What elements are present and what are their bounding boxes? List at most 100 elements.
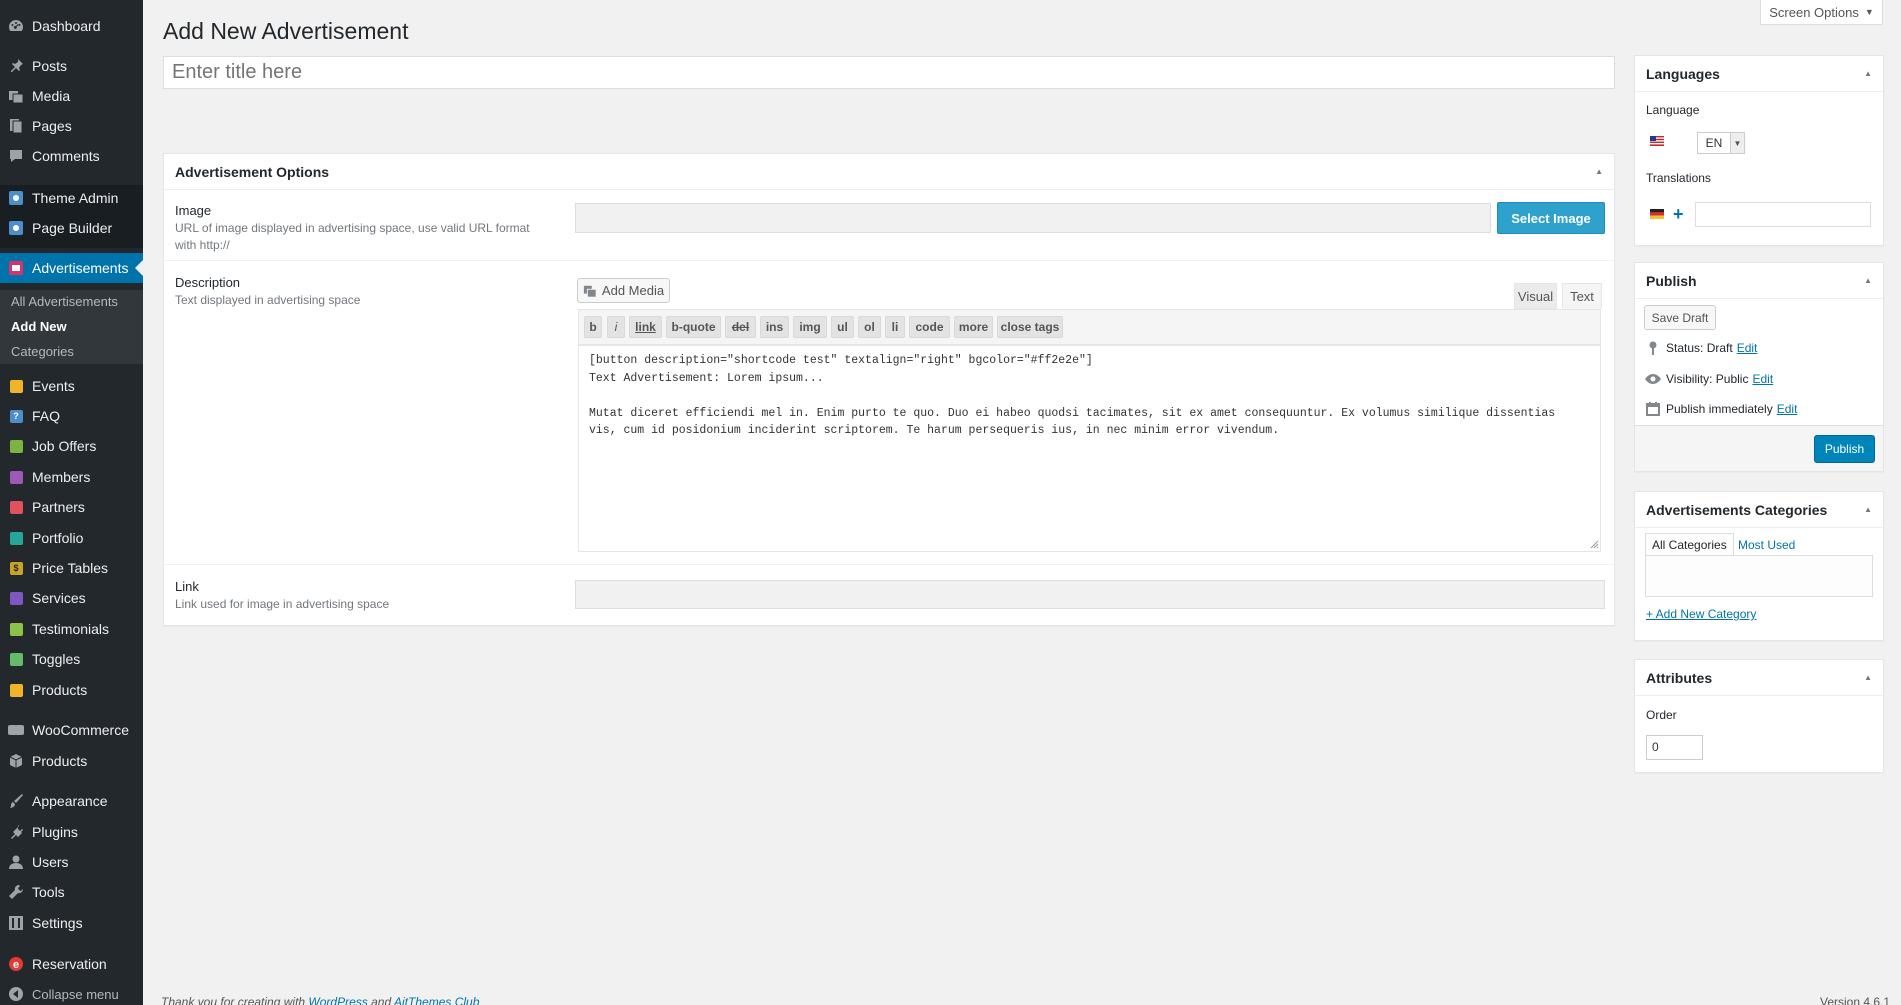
description-help: Text displayed in advertising space bbox=[175, 293, 361, 307]
submenu-all-advertisements[interactable]: All Advertisements bbox=[11, 294, 118, 309]
menu-woocommerce[interactable]: WooCommerce bbox=[0, 715, 143, 745]
menu-pages[interactable]: Pages bbox=[0, 111, 143, 141]
menu-job-offers[interactable]: Job Offers bbox=[0, 431, 143, 461]
menu-posts[interactable]: Posts bbox=[0, 51, 143, 81]
qt-italic[interactable]: i bbox=[607, 316, 625, 338]
edit-status-link[interactable]: Edit bbox=[1737, 341, 1758, 355]
menu-collapse[interactable]: Collapse menu bbox=[0, 979, 143, 1005]
qt-more[interactable]: more bbox=[954, 316, 993, 338]
menu-services[interactable]: Services bbox=[0, 583, 143, 613]
menu-faq[interactable]: ? FAQ bbox=[0, 401, 143, 431]
add-translation-icon[interactable]: + bbox=[1673, 205, 1684, 223]
qt-ol[interactable]: ol bbox=[858, 316, 881, 338]
menu-page-builder[interactable]: Page Builder bbox=[0, 213, 143, 243]
menu-appearance[interactable]: Appearance bbox=[0, 786, 143, 816]
price-tables-icon: $ bbox=[8, 560, 24, 576]
save-draft-button[interactable]: Save Draft bbox=[1644, 305, 1716, 330]
qt-ins[interactable]: ins bbox=[760, 316, 789, 338]
menu-label: Members bbox=[32, 469, 91, 485]
advertisement-options-header[interactable]: Advertisement Options ▲ bbox=[164, 154, 1614, 190]
languages-header[interactable]: Languages ▲ bbox=[1635, 56, 1883, 92]
chevron-down-icon: ▼ bbox=[1730, 133, 1744, 153]
advertisements-submenu: All Advertisements Add New Categories bbox=[0, 290, 143, 364]
menu-users[interactable]: Users bbox=[0, 847, 143, 877]
publish-header[interactable]: Publish ▲ bbox=[1635, 263, 1883, 299]
faq-icon: ? bbox=[8, 408, 24, 424]
menu-label: Services bbox=[32, 590, 86, 606]
aitthemes-link[interactable]: AitThemes Club bbox=[394, 995, 479, 1005]
language-select[interactable]: EN ▼ bbox=[1697, 132, 1745, 154]
tab-most-used[interactable]: Most Used bbox=[1732, 533, 1801, 556]
selected-language: EN bbox=[1705, 136, 1723, 150]
menu-label: Portfolio bbox=[32, 530, 84, 546]
menu-comments[interactable]: Comments bbox=[0, 141, 143, 171]
menu-media[interactable]: Media bbox=[0, 81, 143, 111]
row-divider bbox=[164, 564, 1614, 565]
page-builder-icon bbox=[8, 220, 24, 236]
collapse-arrow-icon[interactable]: ▲ bbox=[1864, 505, 1872, 514]
qt-close-tags[interactable]: close tags bbox=[997, 316, 1063, 338]
select-image-button[interactable]: Select Image bbox=[1497, 202, 1605, 234]
menu-plugins[interactable]: Plugins bbox=[0, 817, 143, 847]
link-description: Link used for image in advertising space bbox=[175, 597, 390, 611]
image-url-field[interactable] bbox=[575, 203, 1491, 233]
menu-events[interactable]: Events bbox=[0, 371, 143, 401]
menu-advertisements[interactable]: Advertisements bbox=[0, 253, 143, 283]
box-title: Advertisements Categories bbox=[1646, 501, 1828, 518]
menu-price-tables[interactable]: $ Price Tables bbox=[0, 553, 143, 583]
translation-input[interactable] bbox=[1695, 202, 1871, 227]
tab-visual[interactable]: Visual bbox=[1514, 283, 1557, 309]
menu-partners[interactable]: Partners bbox=[0, 492, 143, 522]
screen-options-button[interactable]: Screen Options ▼ bbox=[1760, 0, 1883, 25]
link-url-field[interactable] bbox=[575, 580, 1605, 609]
qt-li[interactable]: li bbox=[885, 316, 905, 338]
menu-toggles[interactable]: Toggles bbox=[0, 644, 143, 674]
menu-settings[interactable]: Settings bbox=[0, 908, 143, 938]
order-input[interactable]: 0 bbox=[1646, 735, 1703, 760]
menu-theme-admin[interactable]: Theme Admin bbox=[0, 183, 143, 213]
qt-link[interactable]: link bbox=[629, 316, 662, 338]
box-title: Publish bbox=[1646, 272, 1697, 289]
de-flag-icon bbox=[1650, 209, 1664, 219]
tab-text[interactable]: Text bbox=[1562, 283, 1602, 309]
qt-code[interactable]: code bbox=[909, 316, 950, 338]
menu-label: Posts bbox=[32, 58, 68, 74]
submenu-categories[interactable]: Categories bbox=[11, 344, 74, 359]
description-textarea[interactable]: [button description="shortcode test" tex… bbox=[578, 345, 1601, 552]
qt-del[interactable]: del bbox=[725, 316, 756, 338]
menu-label: Tools bbox=[32, 884, 65, 900]
menu-products-woo[interactable]: Products bbox=[0, 746, 143, 776]
collapse-arrow-icon[interactable]: ▲ bbox=[1864, 276, 1872, 285]
submenu-add-new[interactable]: Add New bbox=[11, 319, 67, 334]
qt-img[interactable]: img bbox=[793, 316, 827, 338]
menu-members[interactable]: Members bbox=[0, 462, 143, 492]
wordpress-link[interactable]: WordPress bbox=[308, 995, 367, 1005]
link-label: Link bbox=[175, 579, 199, 594]
add-new-category-link[interactable]: + Add New Category bbox=[1646, 607, 1756, 621]
menu-testimonials[interactable]: Testimonials bbox=[0, 614, 143, 644]
resize-handle-icon[interactable] bbox=[1590, 540, 1599, 549]
menu-dashboard[interactable]: Dashboard bbox=[0, 11, 143, 41]
publish-button[interactable]: Publish bbox=[1814, 435, 1875, 463]
qt-blockquote[interactable]: b-quote bbox=[666, 316, 721, 338]
collapse-arrow-icon[interactable]: ▲ bbox=[1864, 69, 1872, 78]
menu-tools[interactable]: Tools bbox=[0, 877, 143, 907]
qt-ul[interactable]: ul bbox=[831, 316, 854, 338]
attributes-header[interactable]: Attributes ▲ bbox=[1635, 660, 1883, 696]
edit-schedule-link[interactable]: Edit bbox=[1777, 402, 1798, 416]
add-media-button[interactable]: Add Media bbox=[577, 278, 670, 303]
qt-bold[interactable]: b bbox=[584, 316, 602, 338]
menu-products-ait[interactable]: Products bbox=[0, 675, 143, 705]
collapse-arrow-icon[interactable]: ▲ bbox=[1864, 673, 1872, 682]
menu-label: Page Builder bbox=[32, 220, 113, 236]
job-offers-icon bbox=[8, 438, 24, 454]
edit-visibility-link[interactable]: Edit bbox=[1752, 372, 1773, 386]
box-icon bbox=[8, 753, 24, 769]
categories-header[interactable]: Advertisements Categories ▲ bbox=[1635, 492, 1883, 528]
menu-reservation[interactable]: e Reservation bbox=[0, 949, 143, 979]
collapse-arrow-icon[interactable]: ▲ bbox=[1595, 167, 1603, 176]
menu-label: Products bbox=[32, 682, 88, 698]
title-input[interactable] bbox=[163, 56, 1615, 89]
menu-portfolio[interactable]: Portfolio bbox=[0, 523, 143, 553]
tab-all-categories[interactable]: All Categories bbox=[1645, 533, 1734, 556]
